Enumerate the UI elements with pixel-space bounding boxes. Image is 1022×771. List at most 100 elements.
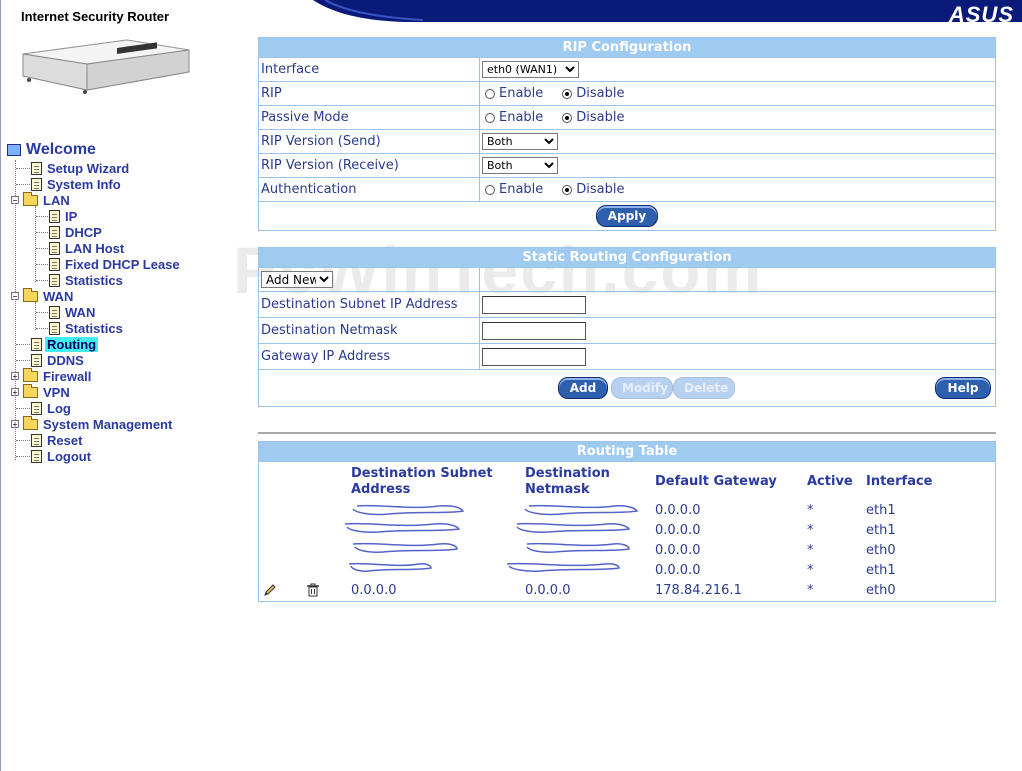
rip-config-panel: RIP Configuration Interface eth0 (WAN1) … — [258, 37, 996, 231]
expand-icon[interactable]: + — [11, 372, 19, 381]
rip-version-send-select[interactable]: Both — [482, 133, 558, 150]
interface-label: Interface — [259, 58, 480, 81]
nav-system-info[interactable]: System Info — [31, 176, 123, 192]
dest-subnet-ip-input[interactable] — [482, 295, 586, 314]
col-header-interface: Interface — [866, 474, 933, 489]
nav-welcome-label: Welcome — [26, 141, 96, 158]
modify-button[interactable]: Modify — [611, 377, 673, 399]
document-icon — [31, 449, 42, 463]
route-entry-select[interactable]: Add New — [261, 271, 333, 288]
document-icon — [31, 337, 42, 351]
rip-config-title: RIP Configuration — [259, 38, 995, 57]
folder-open-icon — [23, 191, 38, 206]
redacted-scribble — [344, 504, 465, 572]
rip-version-receive-label: RIP Version (Receive) — [259, 154, 480, 177]
nav-lan-folder[interactable]: − LAN — [11, 191, 72, 208]
route-4-gateway: 178.84.216.1 — [655, 583, 742, 598]
document-icon — [31, 353, 42, 367]
document-icon — [49, 305, 60, 319]
col-header-gateway: Default Gateway — [655, 474, 777, 489]
collapse-icon[interactable]: − — [11, 292, 19, 301]
rip-enable-radio[interactable]: Enable — [482, 86, 543, 101]
add-button[interactable]: Add — [558, 377, 608, 399]
routing-table-panel: Routing Table Destination Subnet Address… — [258, 441, 996, 602]
dest-netmask-label: Destination Netmask — [259, 318, 480, 343]
auth-enable-radio[interactable]: Enable — [482, 182, 543, 197]
nav-lan-dhcp[interactable]: DHCP — [49, 224, 104, 240]
route-4-dest: 0.0.0.0 — [351, 583, 397, 598]
dest-netmask-input[interactable] — [482, 321, 586, 340]
redacted-scribble — [506, 504, 639, 572]
auth-disable-radio[interactable]: Disable — [559, 182, 625, 197]
nav-reset[interactable]: Reset — [31, 432, 84, 448]
passive-disable-radio[interactable]: Disable — [559, 110, 625, 125]
document-icon — [31, 433, 42, 447]
nav-wan[interactable]: WAN — [49, 304, 97, 320]
folder-icon — [23, 367, 38, 382]
route-1-active: * — [807, 523, 814, 538]
computer-icon — [7, 144, 21, 156]
nav-routing[interactable]: Routing — [31, 336, 99, 352]
nav-vpn-folder[interactable]: + VPN — [11, 383, 72, 400]
delete-button[interactable]: Delete — [673, 377, 735, 399]
nav-setup-wizard[interactable]: Setup Wizard — [31, 160, 131, 176]
route-3-active: * — [807, 563, 814, 578]
trash-icon[interactable] — [306, 583, 320, 597]
document-icon — [49, 257, 60, 271]
route-4-active: * — [807, 583, 814, 598]
router-image — [22, 39, 190, 94]
help-button[interactable]: Help — [935, 377, 991, 399]
document-icon — [49, 241, 60, 255]
rip-version-receive-select[interactable]: Both — [482, 157, 558, 174]
nav-wan-folder[interactable]: − WAN — [11, 287, 75, 304]
gateway-ip-input[interactable] — [482, 347, 586, 366]
document-icon — [49, 225, 60, 239]
route-2-active: * — [807, 543, 814, 558]
edit-pencil-icon[interactable] — [263, 583, 277, 597]
route-3-gateway: 0.0.0.0 — [655, 563, 701, 578]
route-1-interface: eth1 — [866, 523, 896, 538]
nav-fixed-dhcp-lease[interactable]: Fixed DHCP Lease — [49, 256, 182, 272]
dest-subnet-ip-label: Destination Subnet IP Address — [259, 292, 480, 317]
route-2-gateway: 0.0.0.0 — [655, 543, 701, 558]
route-0-gateway: 0.0.0.0 — [655, 503, 701, 518]
interface-select[interactable]: eth0 (WAN1) — [482, 61, 579, 78]
nav-logout[interactable]: Logout — [31, 448, 93, 464]
product-title: Internet Security Router — [21, 9, 170, 24]
asus-logo: ASUS — [948, 2, 1014, 27]
nav-log[interactable]: Log — [31, 400, 73, 416]
rip-version-send-label: RIP Version (Send) — [259, 130, 480, 153]
route-4-netmask: 0.0.0.0 — [525, 583, 571, 598]
route-1-gateway: 0.0.0.0 — [655, 523, 701, 538]
nav-system-management-folder[interactable]: + System Management — [11, 415, 174, 432]
nav-lan-statistics[interactable]: Statistics — [49, 272, 125, 288]
nav-firewall-folder[interactable]: + Firewall — [11, 367, 93, 384]
folder-icon — [23, 415, 38, 430]
document-icon — [31, 161, 42, 175]
product-logo-box: Internet Security Router — [1, 0, 203, 113]
static-routing-title: Static Routing Configuration — [259, 248, 995, 267]
document-icon — [31, 401, 42, 415]
authentication-label: Authentication — [259, 178, 480, 201]
nav-lan-host[interactable]: LAN Host — [49, 240, 126, 256]
route-2-interface: eth0 — [866, 543, 896, 558]
expand-icon[interactable]: + — [11, 388, 19, 397]
route-3-interface: eth1 — [866, 563, 896, 578]
apply-button[interactable]: Apply — [596, 205, 658, 227]
col-header-dest: Destination Subnet Address — [351, 466, 493, 497]
rip-label: RIP — [259, 82, 480, 105]
nav-ddns[interactable]: DDNS — [31, 352, 86, 368]
document-icon — [31, 177, 42, 191]
nav-lan-ip[interactable]: IP — [49, 208, 79, 224]
folder-open-icon — [23, 287, 38, 302]
document-icon — [49, 209, 60, 223]
passive-enable-radio[interactable]: Enable — [482, 110, 543, 125]
nav-welcome[interactable]: Welcome — [7, 141, 96, 158]
route-0-interface: eth1 — [866, 503, 896, 518]
rip-disable-radio[interactable]: Disable — [559, 86, 625, 101]
expand-icon[interactable]: + — [11, 420, 19, 429]
nav-wan-statistics[interactable]: Statistics — [49, 320, 125, 336]
divider — [258, 432, 996, 434]
collapse-icon[interactable]: − — [11, 196, 19, 205]
routing-table-title: Routing Table — [259, 442, 995, 461]
